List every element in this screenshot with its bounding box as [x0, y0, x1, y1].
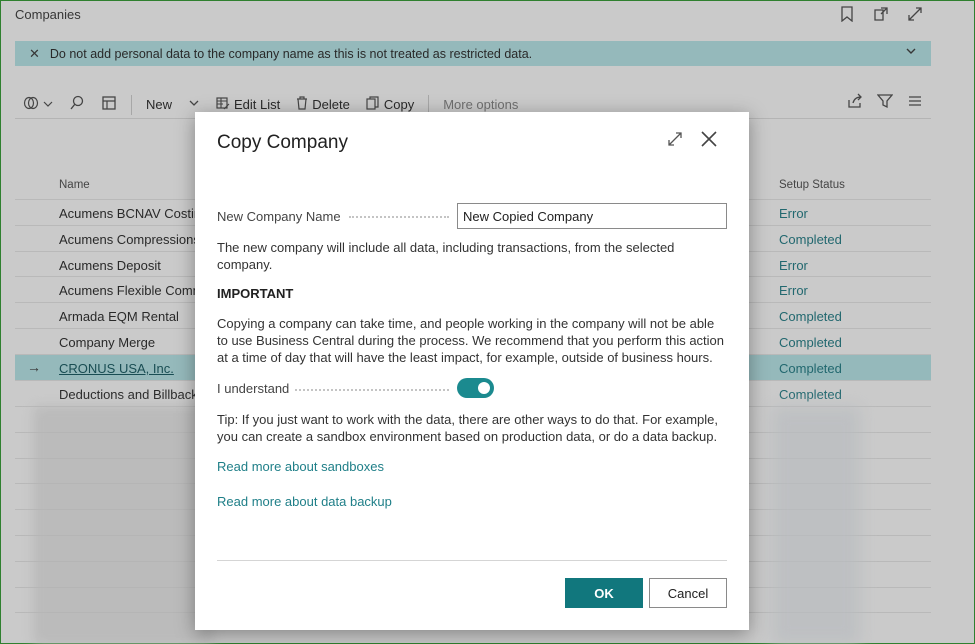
copy-company-dialog: Copy Company New Company Name The new co…: [195, 112, 749, 630]
tip-text: Tip: If you just want to work with the d…: [217, 412, 718, 444]
expand-dialog-icon[interactable]: [667, 131, 683, 152]
dialog-divider: [217, 560, 727, 561]
important-heading: IMPORTANT: [217, 286, 294, 301]
field-leader-dots: [349, 216, 449, 218]
read-more-data-backup-link[interactable]: Read more about data backup: [217, 494, 392, 509]
ok-button[interactable]: OK: [565, 578, 643, 608]
i-understand-toggle[interactable]: [457, 378, 494, 398]
i-understand-label: I understand: [217, 381, 290, 396]
toggle-knob: [478, 382, 490, 394]
close-icon[interactable]: [700, 128, 718, 154]
dialog-title: Copy Company: [217, 132, 348, 153]
info-text: The new company will include all data, i…: [217, 240, 675, 272]
important-text: Copying a company can take time, and peo…: [217, 316, 725, 365]
new-company-name-label: New Company Name: [217, 209, 341, 224]
field-leader-dots: [295, 389, 449, 391]
read-more-sandboxes-link[interactable]: Read more about sandboxes: [217, 459, 384, 474]
new-company-name-input[interactable]: [457, 203, 727, 229]
cancel-button[interactable]: Cancel: [649, 578, 727, 608]
